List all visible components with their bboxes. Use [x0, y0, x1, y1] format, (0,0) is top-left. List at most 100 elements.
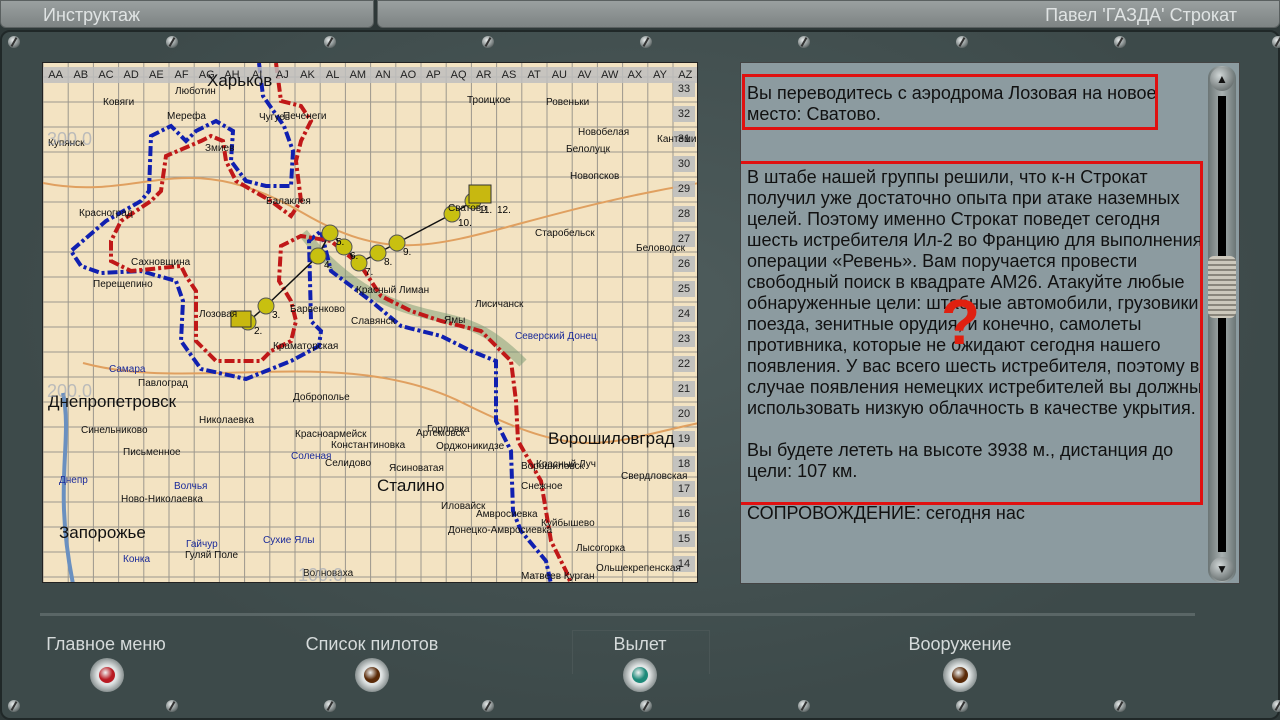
screw-icon — [1114, 36, 1126, 48]
column-label: AA — [48, 69, 63, 81]
city-label: Константиновка — [331, 440, 406, 451]
city-label: Мерефа — [167, 111, 206, 122]
city-label: Ясиноватая — [389, 463, 444, 474]
waypoint-label: 11. — [479, 205, 493, 216]
row-label: 15 — [673, 531, 695, 547]
column-label: AK — [300, 69, 315, 81]
waypoint-label: 10. — [458, 218, 472, 229]
city-label: Красный Луч — [536, 459, 596, 470]
city-label: Сухие Ялы — [263, 535, 315, 546]
row-label: 30 — [673, 156, 695, 172]
screw-icon — [956, 700, 968, 712]
row-label: 16 — [673, 506, 695, 522]
pilot-list-label: Список пилотов — [305, 634, 439, 654]
row-label: 17 — [673, 481, 695, 497]
city-label: Белолуцк — [566, 144, 611, 155]
row-label: 25 — [673, 281, 695, 297]
city-label: Гайчур — [186, 539, 218, 550]
waypoint-label: 3. — [272, 310, 281, 321]
city-label: Донецко-Амвросиевка — [448, 525, 553, 536]
scroll-track[interactable] — [1218, 96, 1226, 552]
scrollbar[interactable]: ▲ ▼ — [1208, 66, 1236, 582]
main-menu-button[interactable]: Главное меню — [6, 634, 206, 655]
scroll-down-icon[interactable]: ▼ — [1210, 557, 1234, 581]
waypoint-label: 7. — [365, 267, 374, 278]
city-label: Доброполье — [293, 392, 350, 403]
row-label: 22 — [673, 356, 695, 372]
city-label: Матвеев Курган — [521, 571, 595, 582]
city-label: Балаклея — [266, 196, 311, 207]
loadout-knob[interactable] — [943, 658, 977, 692]
column-label: AO — [400, 69, 417, 81]
city-label: Днепр — [59, 475, 88, 486]
main-menu-knob[interactable] — [90, 658, 124, 692]
city-label: Лисичанск — [475, 299, 524, 310]
distance-label: 100.0 — [298, 565, 344, 583]
waypoint-label: 8. — [384, 257, 393, 268]
city-label: Печенеги — [283, 111, 327, 122]
city-label: Красноармейск — [295, 429, 367, 440]
escort-paragraph: СОПРОВОЖДЕНИЕ: сегодня нас — [747, 503, 1025, 523]
light-icon — [99, 667, 115, 683]
waypoint-label: 5. — [336, 237, 345, 248]
column-label: AB — [73, 69, 89, 81]
city-label: Самара — [109, 364, 146, 375]
city-label: Перещепино — [93, 279, 153, 290]
city-label: Ново-Николаевка — [121, 494, 203, 505]
row-label: 21 — [673, 381, 695, 397]
screw-icon — [640, 36, 652, 48]
column-label: AS — [501, 69, 517, 81]
waypoint-label: 2. — [254, 326, 263, 337]
waypoint-label: 4. — [324, 260, 333, 271]
light-icon — [632, 667, 648, 683]
city-label: Северский Донец — [515, 331, 597, 342]
column-label: AX — [627, 69, 643, 81]
row-label: 20 — [673, 406, 695, 422]
screw-icon — [798, 700, 810, 712]
city-label: Змиев — [205, 143, 235, 154]
city-label: Николаевка — [199, 415, 255, 426]
city-label: Ольшекрепенская — [596, 563, 681, 574]
city-label: Новопсков — [570, 171, 620, 182]
city-label: Горловка — [427, 424, 470, 435]
column-header: AA AB AC AD AE AF AG AH AI AJ AK AL AM AN AO AP AQ AR AS AT… — [43, 67, 697, 83]
city-label: Кантемировка — [657, 134, 697, 145]
city-label: Харьков — [207, 71, 273, 90]
city-label: Краматорская — [273, 341, 339, 352]
column-label: AT — [527, 69, 541, 81]
pilot-name: Павел 'ГАЗДА' Строкат — [1045, 5, 1237, 25]
column-label: AR — [476, 69, 492, 81]
fly-button[interactable]: Вылет — [540, 634, 740, 655]
loadout-button[interactable]: Вооружение — [860, 634, 1060, 655]
city-label: Конка — [123, 554, 151, 565]
row-label: 19 — [673, 431, 695, 447]
column-label: AM — [349, 69, 367, 81]
scroll-up-icon[interactable]: ▲ — [1210, 67, 1234, 91]
fly-knob[interactable] — [623, 658, 657, 692]
screw-icon — [798, 36, 810, 48]
column-label: AL — [325, 69, 340, 81]
screw-icon — [1114, 700, 1126, 712]
screw-icon — [1272, 700, 1280, 712]
pilot-list-button[interactable]: Список пилотов — [272, 634, 472, 655]
row-label: 29 — [673, 181, 695, 197]
city-label: Сталино — [377, 476, 445, 495]
city-label: Орджоникидзе — [436, 441, 505, 452]
scroll-thumb[interactable] — [1208, 256, 1236, 318]
distance-label: 200.0 — [47, 381, 93, 401]
column-label: AY — [653, 69, 668, 81]
city-label: Запорожье — [59, 523, 146, 542]
city-label: Люботин — [175, 86, 216, 97]
pilot-list-knob[interactable] — [355, 658, 389, 692]
main-menu-label: Главное меню — [46, 634, 166, 654]
city-label: Красный Лиман — [356, 285, 430, 296]
city-label: Снежное — [521, 481, 563, 492]
fly-label: Вылет — [613, 634, 667, 654]
briefing-tab: Инструктаж — [0, 0, 374, 28]
column-label: AV — [577, 69, 592, 81]
mission-map[interactable]: AA AB AC AD AE AF AG AH AI AJ AK AL AM AN AO AP AQ AR AS AT… — [42, 62, 698, 583]
briefing-panel[interactable]: Вы переводитесь с аэродрома Лозовая на н… — [740, 62, 1240, 584]
screw-icon — [166, 36, 178, 48]
column-label: AE — [149, 69, 164, 81]
row-label: 28 — [673, 206, 695, 222]
